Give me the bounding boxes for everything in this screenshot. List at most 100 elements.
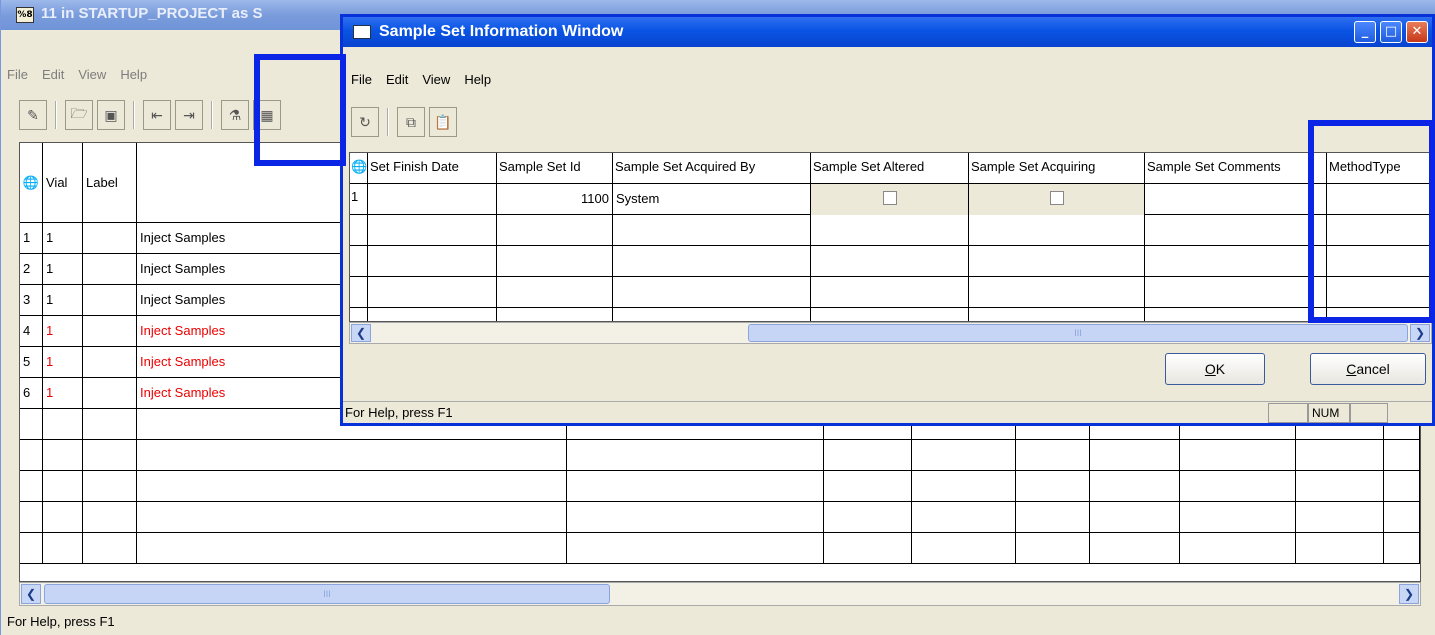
grid-cell[interactable]	[969, 277, 1145, 308]
column-header-comments[interactable]: Sample Set Comments	[1145, 153, 1327, 184]
bg-horizontal-scrollbar[interactable]: ❮ III ❯	[19, 582, 1421, 606]
grid-cell[interactable]	[20, 471, 43, 502]
grid-cell[interactable]	[567, 440, 824, 471]
cell-sample-set-id[interactable]: 1100	[497, 184, 613, 215]
table-row[interactable]	[350, 308, 1431, 321]
menu-view[interactable]: View	[422, 70, 450, 89]
grid-cell[interactable]	[824, 533, 912, 564]
grid-cell[interactable]	[1145, 246, 1327, 277]
grid-cell[interactable]	[20, 533, 43, 564]
bg-menu-view[interactable]: View	[78, 65, 106, 84]
grid-cell[interactable]	[497, 246, 613, 277]
grid-cell[interactable]	[811, 308, 969, 321]
close-icon[interactable]: ✕	[1406, 21, 1428, 43]
grid-cell[interactable]	[1145, 215, 1327, 246]
cell-vial[interactable]: 1	[43, 316, 83, 347]
grid-cell[interactable]	[613, 308, 811, 321]
grid-cell[interactable]	[1296, 440, 1384, 471]
sample-set-icon[interactable]: ⚗	[221, 100, 249, 130]
grid-cell[interactable]	[1145, 308, 1327, 321]
grid-cell[interactable]	[969, 215, 1145, 246]
scroll-thumb[interactable]: III	[748, 324, 1408, 342]
grid-cell[interactable]	[1384, 533, 1420, 564]
grid-cell[interactable]	[1327, 246, 1431, 277]
grid-cell[interactable]	[1327, 215, 1431, 246]
grid-cell[interactable]	[1296, 533, 1384, 564]
grid-cell[interactable]	[20, 502, 43, 533]
grid-cell[interactable]	[1016, 471, 1090, 502]
cell-vial[interactable]: 1	[43, 254, 83, 285]
column-header-vial[interactable]: Vial	[43, 143, 83, 223]
grid-cell[interactable]	[1016, 440, 1090, 471]
cancel-button[interactable]: Cancel	[1310, 353, 1426, 385]
cell-finish-date[interactable]	[368, 184, 497, 215]
ok-button[interactable]: OK	[1165, 353, 1265, 385]
cell-vial[interactable]: 1	[43, 223, 83, 254]
sample-set-info-icon[interactable]: ▦	[253, 100, 281, 130]
bg-menu-edit[interactable]: Edit	[42, 65, 64, 84]
table-row[interactable]	[20, 533, 1420, 564]
cell-vial[interactable]: 1	[43, 285, 83, 316]
column-header-altered[interactable]: Sample Set Altered	[811, 153, 969, 184]
dialog-horizontal-scrollbar[interactable]: ❮ III ❯	[349, 322, 1432, 344]
bg-menu-file[interactable]: File	[7, 65, 28, 84]
cell-method-type[interactable]	[1327, 184, 1431, 215]
grid-cell[interactable]	[811, 277, 969, 308]
open-folder-icon[interactable]: 🗁	[65, 100, 93, 130]
paste-icon[interactable]: 📋	[429, 107, 457, 137]
cell-acquired-by[interactable]: System	[613, 184, 811, 215]
grid-cell[interactable]	[1180, 533, 1296, 564]
grid-cell[interactable]	[1327, 277, 1431, 308]
table-row[interactable]	[20, 471, 1420, 502]
grid-cell[interactable]	[1327, 308, 1431, 321]
menu-help[interactable]: Help	[464, 70, 491, 89]
table-row[interactable]	[350, 277, 1431, 308]
grid-cell[interactable]	[1090, 502, 1180, 533]
table-row[interactable]	[20, 502, 1420, 533]
grid-cell[interactable]	[567, 533, 824, 564]
grid-cell[interactable]	[137, 502, 567, 533]
grid-cell[interactable]	[1180, 440, 1296, 471]
grid-cell[interactable]	[969, 308, 1145, 321]
menu-edit[interactable]: Edit	[386, 70, 408, 89]
grid-cell[interactable]	[368, 308, 497, 321]
copy-icon[interactable]: ⧉	[397, 107, 425, 137]
grid-cell[interactable]	[497, 277, 613, 308]
bg-menu-help[interactable]: Help	[120, 65, 147, 84]
cell-vial[interactable]: 1	[43, 378, 83, 409]
table-row[interactable]: 1 1100 System	[350, 184, 1431, 215]
grid-cell[interactable]	[1016, 502, 1090, 533]
grid-cell[interactable]	[824, 440, 912, 471]
insert-row-icon[interactable]: ⇤	[143, 100, 171, 130]
grid-cell[interactable]	[83, 502, 137, 533]
grid-cell[interactable]	[969, 246, 1145, 277]
grid-cell[interactable]	[613, 277, 811, 308]
grid-cell[interactable]	[1090, 440, 1180, 471]
table-row[interactable]	[20, 440, 1420, 471]
grid-cell[interactable]	[350, 246, 368, 277]
grid-cell[interactable]	[137, 440, 567, 471]
altered-checkbox[interactable]	[882, 191, 897, 205]
maximize-icon[interactable]: □	[1380, 21, 1402, 43]
scroll-right-icon[interactable]: ❯	[1410, 324, 1430, 342]
grid-cell[interactable]	[43, 533, 83, 564]
cell-label[interactable]	[83, 378, 137, 409]
grid-cell[interactable]	[1384, 440, 1420, 471]
grid-cell[interactable]	[567, 471, 824, 502]
grid-cell[interactable]	[912, 502, 1016, 533]
save-icon[interactable]: ▣	[97, 100, 125, 130]
table-row[interactable]	[350, 215, 1431, 246]
scroll-left-icon[interactable]: ❮	[351, 324, 371, 342]
grid-cell[interactable]	[20, 409, 43, 440]
grid-cell[interactable]	[1090, 471, 1180, 502]
grid-cell[interactable]	[497, 308, 613, 321]
grid-cell[interactable]	[350, 215, 368, 246]
dialog-titlebar[interactable]: Sample Set Information Window _ □ ✕	[343, 17, 1432, 47]
column-header-label[interactable]: Label	[83, 143, 137, 223]
scroll-left-icon[interactable]: ❮	[21, 584, 41, 604]
table-row[interactable]	[350, 246, 1431, 277]
grid-cell[interactable]	[83, 533, 137, 564]
grid-cell[interactable]	[350, 277, 368, 308]
grid-cell[interactable]	[1016, 533, 1090, 564]
grid-cell[interactable]	[824, 502, 912, 533]
